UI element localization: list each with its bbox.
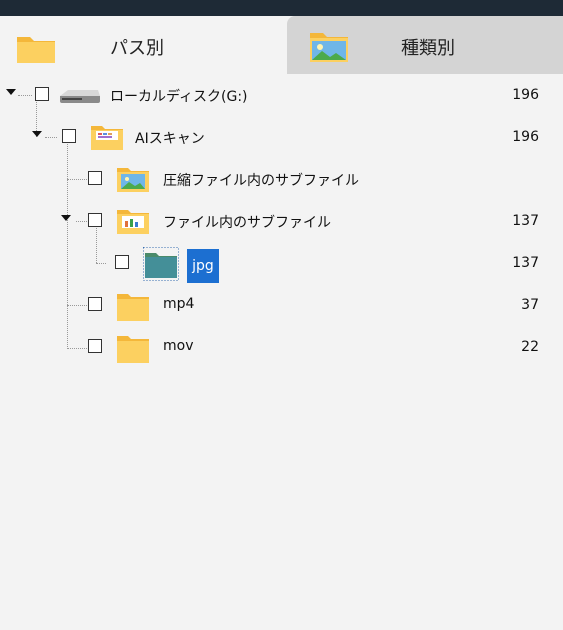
image-folder-icon <box>117 168 149 192</box>
compressed-label: 圧縮ファイル内のサブファイル <box>163 173 359 189</box>
tab-by-path[interactable]: パス別 <box>0 16 287 74</box>
ai-folder-icon <box>91 126 123 150</box>
in-file-count: 137 <box>512 213 539 229</box>
mov-checkbox[interactable] <box>88 339 102 353</box>
tab-by-type[interactable]: 種類別 <box>287 16 563 74</box>
title-bar <box>0 0 563 16</box>
tree-row-compressed[interactable]: 圧縮ファイル内のサブファイル <box>0 158 563 200</box>
image-folder-icon <box>310 33 348 62</box>
jpg-label: jpg <box>187 249 219 283</box>
in-file-checkbox[interactable] <box>88 213 102 227</box>
tree-row-jpg[interactable]: jpg 137 <box>0 242 563 284</box>
folder-icon <box>17 37 55 63</box>
mp4-count: 37 <box>521 297 539 313</box>
expand-toggle[interactable] <box>6 89 16 95</box>
mov-count: 22 <box>521 339 539 355</box>
tab-bar: パス別 種類別 <box>0 16 563 74</box>
tree-row-drive[interactable]: ローカルディスク(G:) 196 <box>0 74 563 116</box>
ai-scan-count: 196 <box>512 129 539 145</box>
expand-toggle[interactable] <box>32 131 42 137</box>
jpg-checkbox[interactable] <box>115 255 129 269</box>
tree-row-mov[interactable]: mov 22 <box>0 326 563 368</box>
compressed-checkbox[interactable] <box>88 171 102 185</box>
tree-row-ai-scan[interactable]: AIスキャン 196 <box>0 116 563 158</box>
mp4-checkbox[interactable] <box>88 297 102 311</box>
chart-folder-icon <box>117 210 149 234</box>
drive-label: ローカルディスク(G:) <box>110 89 248 105</box>
drive-count: 196 <box>512 87 539 103</box>
folder-icon <box>117 294 149 321</box>
folder-icon <box>117 336 149 363</box>
mov-label: mov <box>163 338 194 354</box>
expand-toggle[interactable] <box>61 215 71 221</box>
drive-checkbox[interactable] <box>35 87 49 101</box>
drive-icon <box>60 90 100 103</box>
ai-scan-label: AIスキャン <box>135 131 205 147</box>
tree-row-mp4[interactable]: mp4 37 <box>0 284 563 326</box>
tab-by-path-label: パス別 <box>110 38 164 59</box>
folder-icon <box>143 247 179 281</box>
jpg-count: 137 <box>512 255 539 271</box>
tab-by-type-label: 種類別 <box>401 38 455 59</box>
mp4-label: mp4 <box>163 296 195 312</box>
tree-row-in-file[interactable]: ファイル内のサブファイル 137 <box>0 200 563 242</box>
in-file-label: ファイル内のサブファイル <box>163 215 331 231</box>
ai-scan-checkbox[interactable] <box>62 129 76 143</box>
